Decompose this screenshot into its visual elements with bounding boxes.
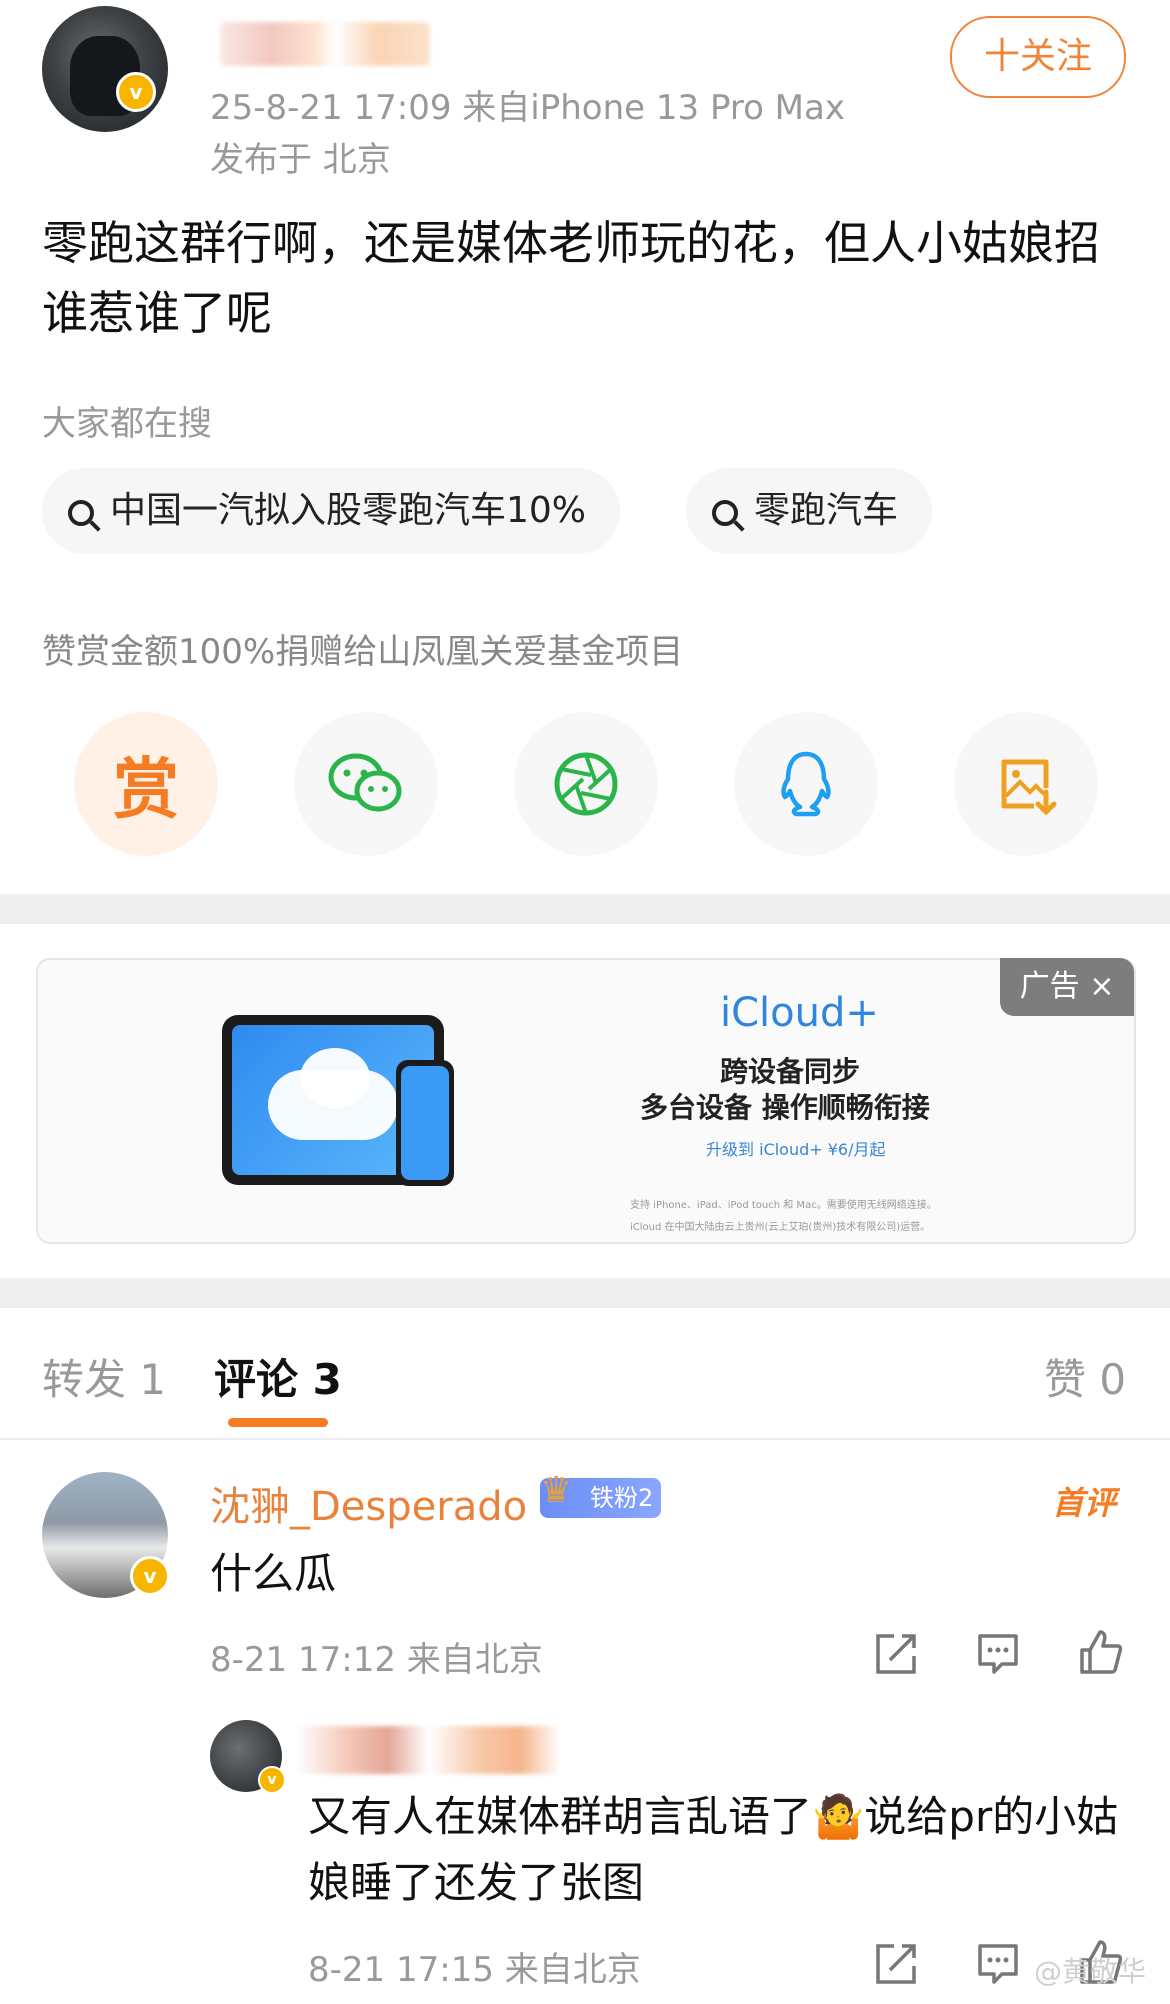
search-chip-2[interactable]: 零跑汽车	[686, 468, 933, 554]
ad-close-badge[interactable]: 广告 ×	[1000, 958, 1134, 1016]
ad-title: iCloud+	[720, 990, 879, 1036]
save-image-button[interactable]	[954, 712, 1098, 856]
share-moments-button[interactable]	[514, 712, 658, 856]
search-chip-1[interactable]: 中国一汽拟入股零跑汽车10%	[42, 468, 621, 554]
ad-line-3: 升级到 iCloud+ ¥6/月起	[706, 1140, 886, 1159]
share-qq-button[interactable]	[734, 712, 878, 856]
save-image-icon	[1001, 759, 1057, 816]
ad-banner[interactable]	[36, 958, 1136, 1244]
trending-search-title: 大家都在搜	[42, 404, 212, 444]
crown-icon: ♛	[540, 1470, 573, 1511]
wechat-icon	[328, 753, 402, 812]
comment-icon[interactable]	[974, 1940, 1022, 1988]
like-icon[interactable]	[1076, 1628, 1124, 1676]
tab-active-indicator	[228, 1418, 328, 1427]
follow-button[interactable]: 十关注	[950, 16, 1126, 98]
ad-phone-screen	[401, 1066, 449, 1180]
section-divider	[0, 894, 1170, 924]
repost-icon[interactable]	[872, 1940, 920, 1988]
verified-badge-icon: v	[116, 72, 156, 112]
reply-text: 又有人在媒体群胡言乱语了🤷说给pr的小姑娘睡了还发了张图	[308, 1792, 1119, 1907]
reply-meta: 8-21 17:15 来自北京	[308, 1950, 641, 1990]
reward-icon: 赏	[113, 751, 179, 828]
moments-icon	[554, 752, 618, 816]
comment-meta: 8-21 17:12 来自北京	[210, 1640, 543, 1680]
cloud-icon-top	[300, 1048, 370, 1108]
replier-name-blurred[interactable]	[296, 1726, 560, 1774]
watermark: @黄敬华	[1034, 1955, 1147, 1988]
author-name-blurred[interactable]	[220, 22, 430, 66]
author-avatar[interactable]	[42, 6, 168, 132]
reward-button[interactable]: 赏	[74, 712, 218, 856]
comment-text: 什么瓜	[210, 1549, 337, 1598]
search-icon	[712, 500, 738, 526]
post-text: 零跑这群行啊，还是媒体老师玩的花，但人小姑娘招谁惹谁了呢	[42, 216, 1100, 340]
first-comment-badge: 首评	[1052, 1484, 1117, 1522]
tab-repost[interactable]: 转发 1	[42, 1346, 166, 1407]
share-wechat-button[interactable]	[294, 712, 438, 856]
tabs-divider	[0, 1438, 1170, 1440]
repost-icon[interactable]	[872, 1630, 920, 1678]
verified-badge-icon: v	[130, 1556, 170, 1596]
search-icon	[68, 500, 94, 526]
section-divider	[0, 1278, 1170, 1308]
ad-line-2: 多台设备 操作顺畅衔接	[640, 1091, 930, 1124]
commenter-name[interactable]: 沈翀_Desperado	[210, 1474, 527, 1532]
donate-info: 赞赏金额100%捐赠给山凤凰关爱基金项目	[42, 632, 684, 672]
verified-badge-icon: v	[258, 1766, 286, 1794]
ad-fineprint-2: iCloud 在中国大陆由云上贵州(云上艾珀(贵州)技术有限公司)运营。	[630, 1222, 931, 1233]
ad-line-1: 跨设备同步	[720, 1055, 861, 1088]
tab-comments[interactable]: 评论 3	[214, 1346, 342, 1407]
post-location: 发布于 北京	[210, 140, 391, 180]
comment-icon[interactable]	[974, 1630, 1022, 1678]
ad-fineprint-1: 支持 iPhone、iPad、iPod touch 和 Mac。需要使用无线网络…	[630, 1200, 937, 1211]
qq-icon	[781, 751, 831, 817]
tab-likes[interactable]: 赞 0	[1044, 1346, 1126, 1407]
post-time-device: 25-8-21 17:09 来自iPhone 13 Pro Max	[210, 88, 845, 128]
